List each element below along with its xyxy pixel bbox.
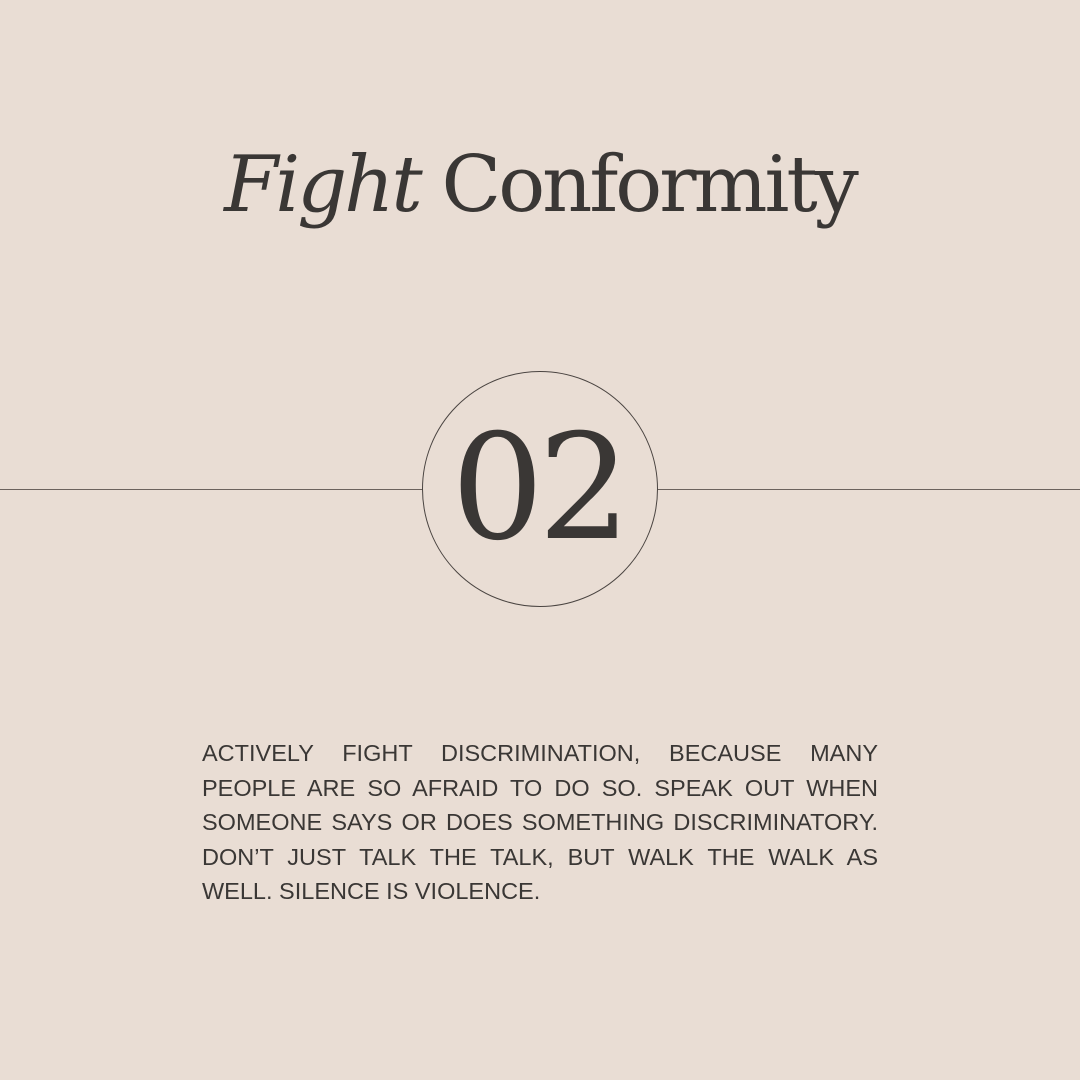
body-paragraph: ACTIVELY FIGHT DISCRIMINATION, BECAUSE M… bbox=[202, 740, 878, 904]
title-italic-word: Fight bbox=[224, 140, 423, 230]
page-title: Fight Conformity bbox=[0, 135, 1080, 235]
divider-line-left bbox=[0, 489, 423, 490]
step-number: 02 bbox=[451, 403, 631, 573]
title-regular-word: Conformity bbox=[441, 140, 859, 230]
number-badge-circle: 02 bbox=[422, 371, 658, 607]
divider-line-right bbox=[657, 489, 1080, 490]
